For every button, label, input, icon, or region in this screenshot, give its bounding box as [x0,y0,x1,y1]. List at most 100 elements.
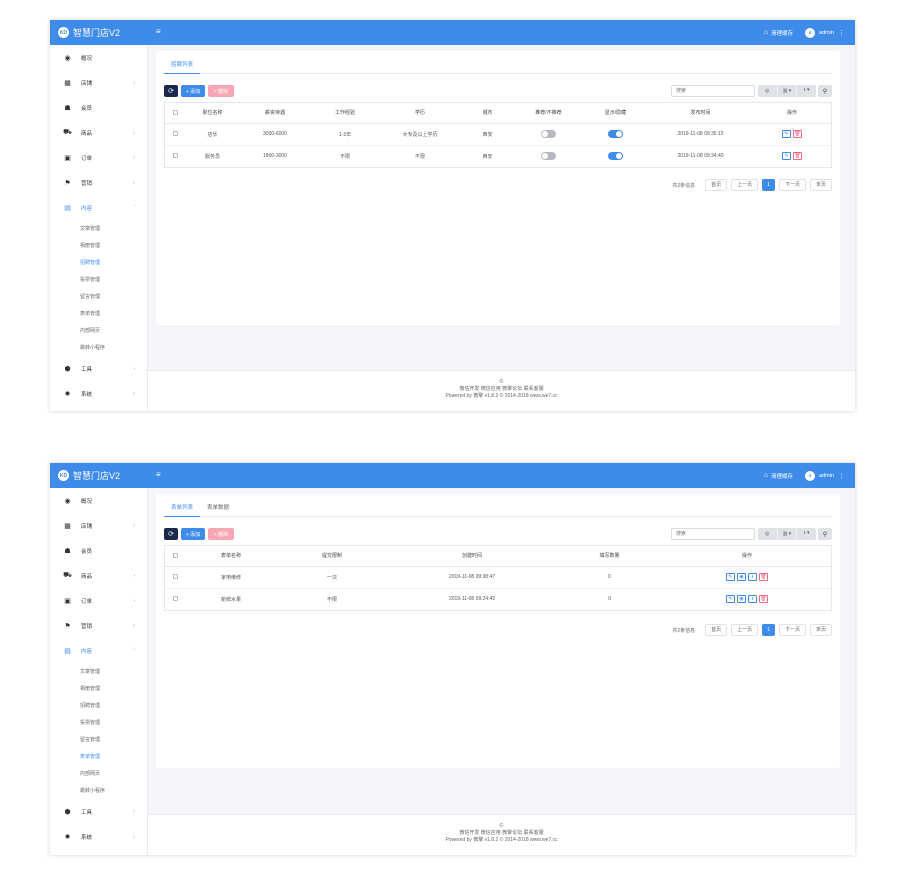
sidebar-subitem-forms[interactable]: 表单管理 [50,305,147,322]
sidebar-item-goods[interactable]: ⛟ 商品 › [50,563,147,588]
column-header[interactable]: 工作经验 [310,103,380,124]
columns-icon[interactable]: ▥ ▾ [778,85,798,97]
sidebar-item-tools[interactable]: ⬢ 工具 › [50,356,147,381]
user-name[interactable]: admin [819,473,834,479]
current-page-button[interactable]: 1 [762,624,775,636]
sidebar-item-content[interactable]: ▤ 内容 ˇ [50,195,147,220]
last-page-button[interactable]: 末页 [809,624,832,636]
tab-form-list[interactable]: 表单列表 [164,500,201,517]
refresh-button[interactable]: ⟳ [164,528,178,540]
select-all-checkbox[interactable] [172,552,178,558]
sidebar-item-orders[interactable]: ▣ 订单 › [50,588,147,613]
search-icon[interactable]: ⚲ [818,85,832,97]
sidebar-item-overview[interactable]: ◉ 概况 [50,488,147,513]
search-input[interactable] [671,85,755,97]
visibility-toggle[interactable] [608,130,623,138]
view-button[interactable]: ◉ [737,573,746,581]
footer-links[interactable]: 微信开发 微信应用 微擎论坛 联系客服 [148,386,855,393]
row-checkbox[interactable] [172,574,178,580]
delete-row-button[interactable]: 🗑 [759,573,768,581]
more-vertical-icon[interactable]: ⋮ [838,472,845,480]
export-icon[interactable]: ⭳ ▾ [797,528,816,540]
sidebar-subitem-internal-pages[interactable]: 内部网页 [50,322,147,339]
sidebar-subitem-miniprogram[interactable]: 跳转小程序 [50,339,147,356]
refresh-button[interactable]: ⟳ [164,85,178,97]
column-header[interactable]: 填写数量 [557,546,662,567]
eye-icon[interactable]: ◎ [758,85,778,97]
sidebar-item-overview[interactable]: ◉ 概况 [50,45,147,70]
download-button[interactable]: ⭳ [748,595,757,604]
sidebar-subitem-votes[interactable]: 投票管理 [50,271,147,288]
search-input[interactable] [671,528,755,540]
sidebar-subitem-miniprogram[interactable]: 跳转小程序 [50,782,147,799]
clear-cache-button[interactable]: 清理缓存 [771,29,793,37]
current-page-button[interactable]: 1 [762,179,775,191]
sidebar-subitem-albums[interactable]: 相册管理 [50,680,147,697]
delete-row-button[interactable]: 🗑 [793,152,802,161]
add-button[interactable]: + 添加 [181,85,205,97]
tab-form-data[interactable]: 表单数据 [200,500,236,517]
delete-button[interactable]: × 删除 [208,528,234,540]
column-header[interactable]: 显示/隐藏 [582,103,649,124]
brand[interactable]: KD 智慧门店V2 [50,463,148,488]
column-header[interactable]: 提交限制 [277,546,387,567]
more-vertical-icon[interactable]: ⋮ [838,29,845,37]
first-page-button[interactable]: 首页 [705,624,728,636]
edit-button[interactable]: ✎ [726,595,735,604]
sidebar-item-store[interactable]: ▦ 店铺 › [50,513,147,538]
prev-page-button[interactable]: 上一页 [731,624,759,636]
select-all-checkbox[interactable] [172,109,178,115]
column-header[interactable]: 职位名称 [185,103,240,124]
user-name[interactable]: admin [819,30,834,36]
sidebar-subitem-articles[interactable]: 文章管理 [50,220,147,237]
next-page-button[interactable]: 下一页 [778,179,806,191]
sidebar-subitem-recruitment[interactable]: 招聘管理 [50,254,147,271]
sidebar-subitem-internal-pages[interactable]: 内部网页 [50,765,147,782]
search-icon[interactable]: ⚲ [818,528,832,540]
edit-button[interactable]: ✎ [726,573,735,581]
eye-icon[interactable]: ◎ [758,528,778,540]
row-checkbox[interactable] [172,596,178,602]
recommend-toggle[interactable] [541,130,556,138]
sidebar-item-store[interactable]: ▦ 店铺 › [50,70,147,95]
sidebar-item-tools[interactable]: ⬢ 工具 › [50,799,147,824]
sidebar-subitem-recruitment[interactable]: 招聘管理 [50,697,147,714]
sidebar-subitem-messages[interactable]: 留言管理 [50,288,147,305]
column-header[interactable]: 城市 [460,103,515,124]
sidebar-item-goods[interactable]: ⛟ 商品 › [50,120,147,145]
clear-cache-button[interactable]: 清理缓存 [771,472,793,480]
sidebar-item-content[interactable]: ▤ 内容 ˇ [50,638,147,663]
add-button[interactable]: + 添加 [181,528,205,540]
first-page-button[interactable]: 首页 [705,179,728,191]
delete-button[interactable]: × 删除 [208,85,234,97]
columns-icon[interactable]: ▥ ▾ [778,528,798,540]
sidebar-subitem-articles[interactable]: 文章管理 [50,663,147,680]
sidebar-item-marketing[interactable]: ⚑ 营销 › [50,170,147,195]
sidebar-item-marketing[interactable]: ⚑ 营销 › [50,613,147,638]
delete-row-button[interactable]: 🗑 [759,595,768,604]
prev-page-button[interactable]: 上一页 [731,179,759,191]
sidebar-item-members[interactable]: ☗ 会员 [50,95,147,120]
column-header[interactable]: 表单名称 [185,546,277,567]
brand[interactable]: KD 智慧门店V2 [50,20,148,45]
sidebar-item-system[interactable]: ✹ 系统 › [50,824,147,849]
download-button[interactable]: ⭳ [748,573,757,581]
sidebar-item-orders[interactable]: ▣ 订单 › [50,145,147,170]
visibility-toggle[interactable] [608,152,623,161]
sidebar-subitem-messages[interactable]: 留言管理 [50,731,147,748]
row-checkbox[interactable] [172,131,178,137]
sidebar-subitem-votes[interactable]: 投票管理 [50,714,147,731]
menu-toggle-icon[interactable]: ≡ [156,471,161,479]
recommend-toggle[interactable] [541,152,556,161]
column-header[interactable]: 创建时间 [387,546,557,567]
footer-links[interactable]: 微信开发 微信应用 微擎论坛 联系客服 [148,830,855,837]
avatar[interactable]: a [805,27,816,38]
column-header[interactable]: 发布时间 [649,103,752,124]
row-checkbox[interactable] [172,153,178,159]
view-button[interactable]: ◉ [737,595,746,604]
last-page-button[interactable]: 末页 [809,179,832,191]
tab-recruitment-list[interactable]: 招聘列表 [164,57,201,74]
column-header[interactable]: 薪资待遇 [240,103,310,124]
next-page-button[interactable]: 下一页 [778,624,806,636]
edit-button[interactable]: ✎ [782,152,791,161]
